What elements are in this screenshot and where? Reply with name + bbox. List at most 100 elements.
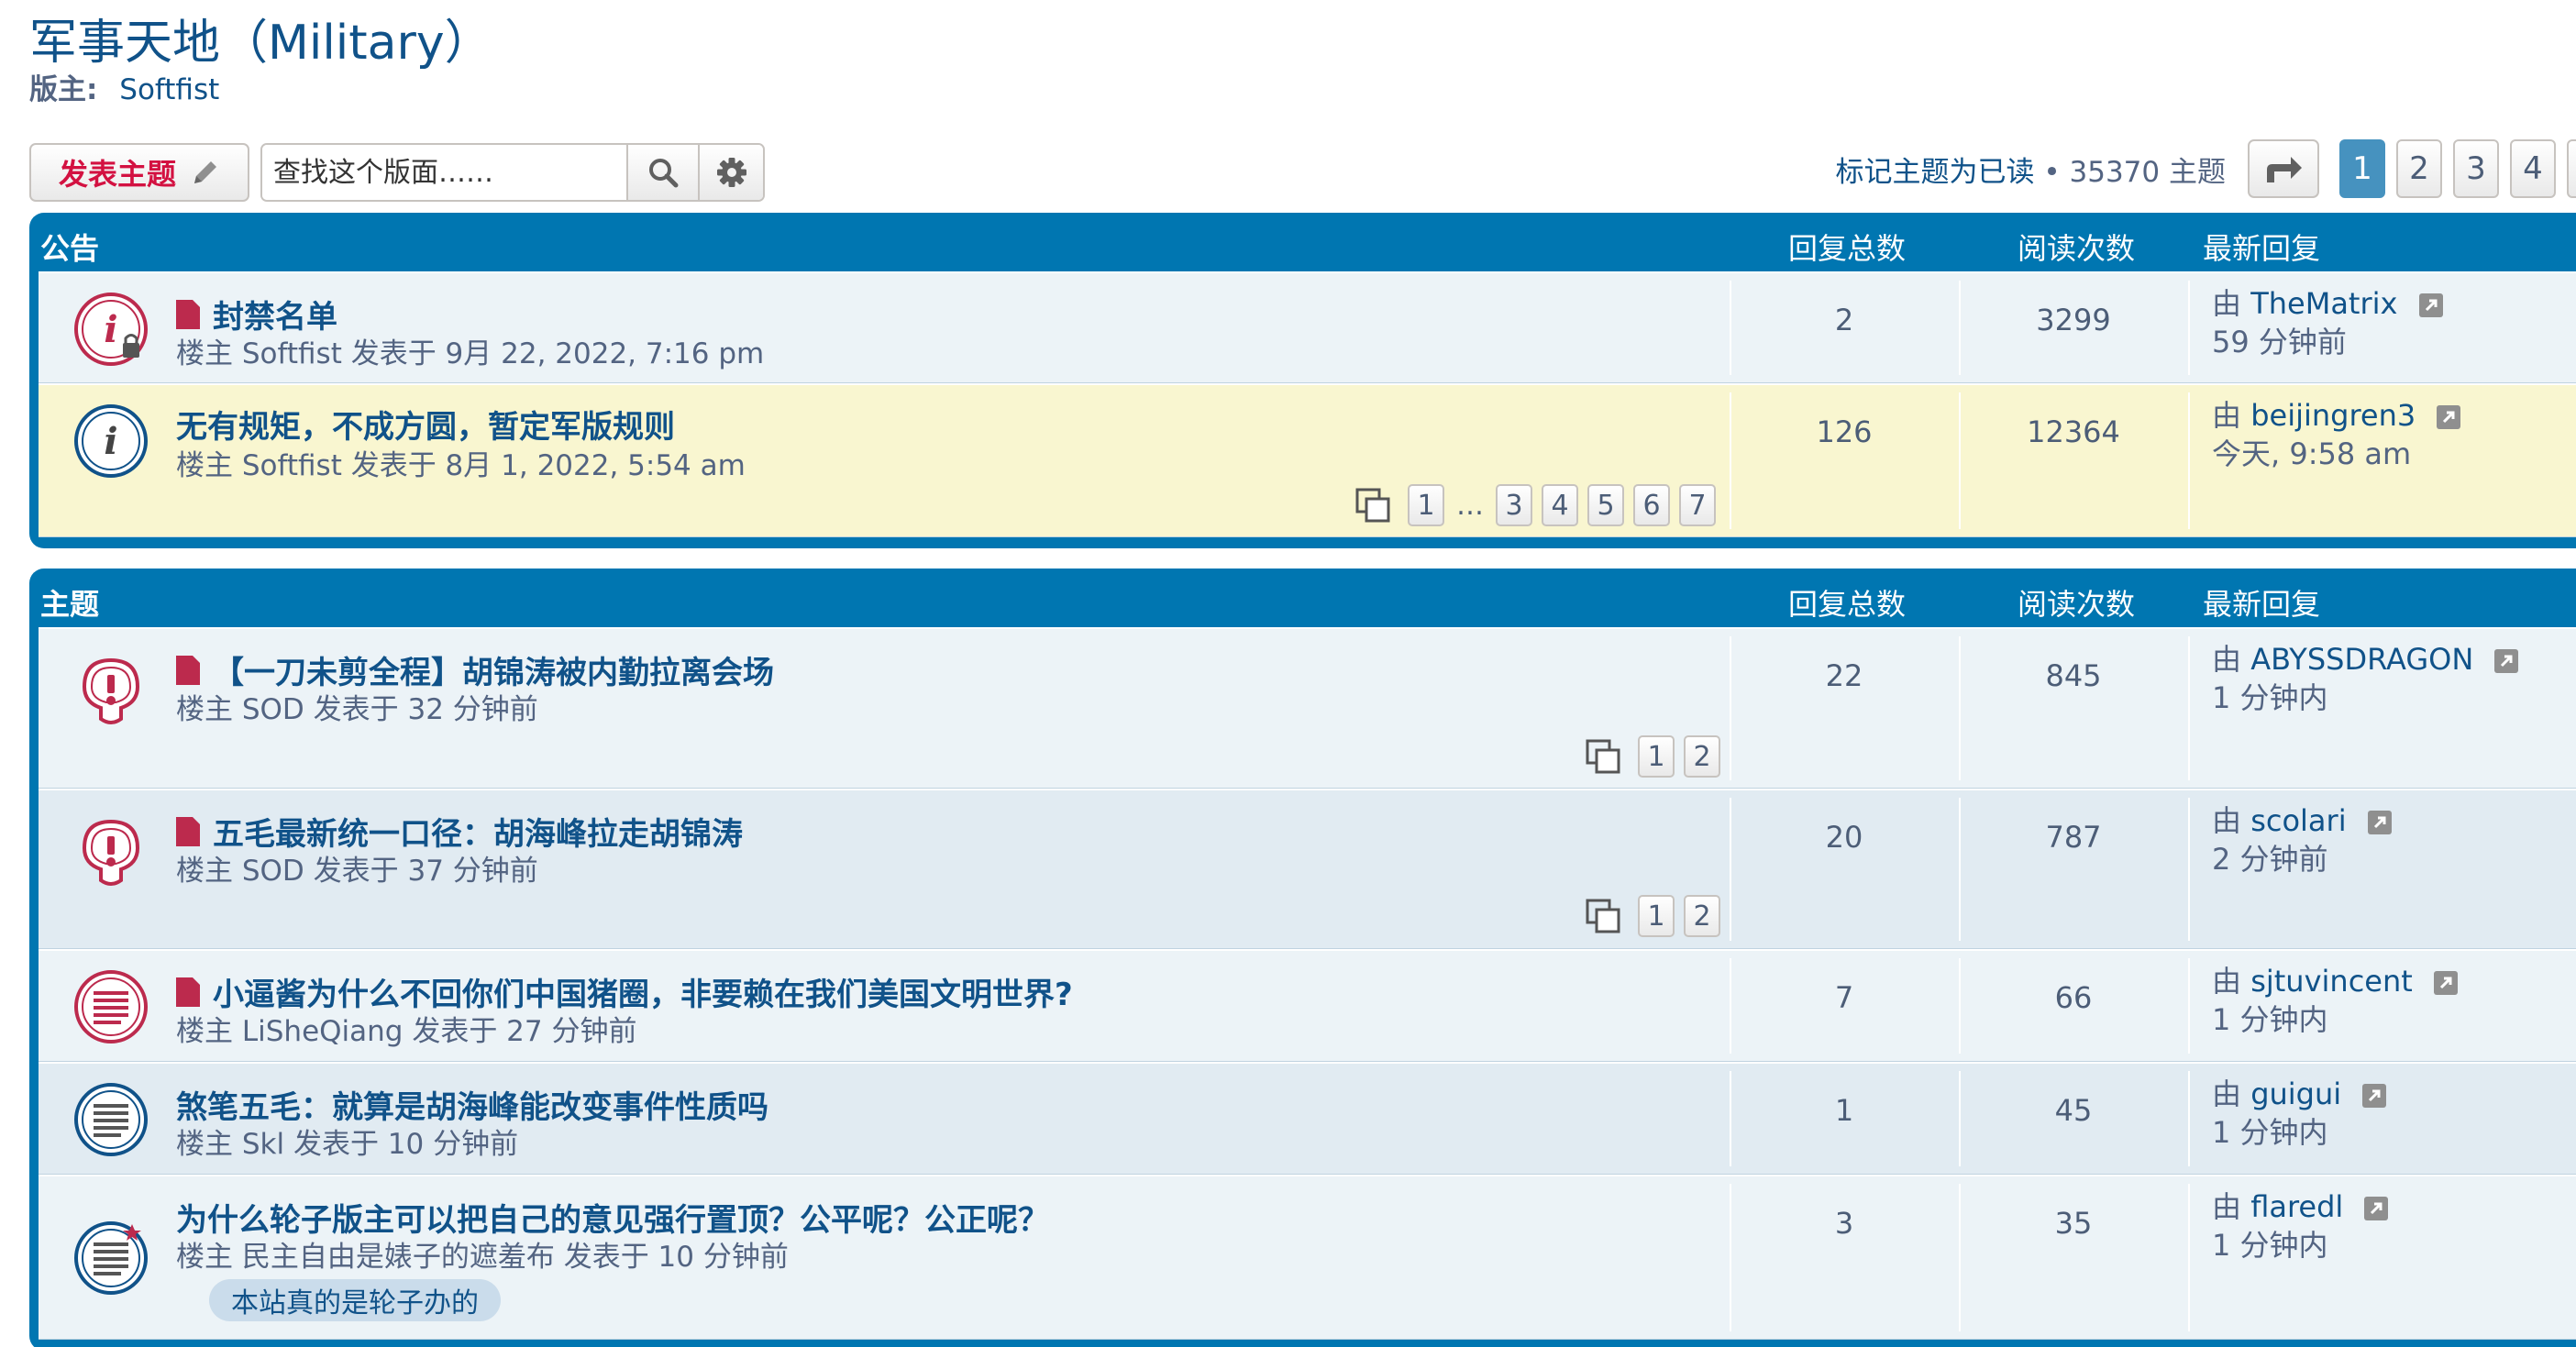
last-post-info: 由 flaredl 1 分钟内 — [2212, 1187, 2389, 1264]
view-count: 787 — [2045, 820, 2102, 855]
search-button[interactable] — [626, 145, 698, 200]
column-divider — [1730, 392, 1731, 529]
last-post-time: 2 分钟前 — [2212, 842, 2328, 877]
moderator-name[interactable]: Softfist — [119, 73, 219, 106]
topics-block: 主题 回复总数 阅读次数 最新回复 【一刀未剪全程】胡锦涛被内勤拉离会场 楼主 … — [29, 569, 2576, 1347]
page-link[interactable]: 3 — [2453, 139, 2499, 198]
pencil-icon — [194, 161, 216, 183]
topic-meta: 楼主 SOD 发表于 37 分钟前 — [176, 855, 538, 888]
topic-page-link[interactable]: 1 — [1638, 735, 1675, 778]
topics-heading: 主题 — [40, 587, 100, 622]
external-link-icon[interactable] — [2493, 648, 2519, 674]
topic-page-link[interactable]: 6 — [1633, 484, 1670, 526]
pagination-area: 标记主题为已读 • 35370 主题 1 2 3 4 5 — [1836, 139, 2576, 198]
external-link-icon[interactable] — [2433, 970, 2459, 996]
last-post-user[interactable]: TheMatrix — [2250, 286, 2397, 321]
forum-title[interactable]: 军事天地（Military） — [29, 4, 492, 72]
topic-page-link[interactable]: 3 — [1496, 484, 1532, 526]
new-topic-button[interactable]: 发表主题 — [29, 143, 249, 202]
column-replies: 回复总数 — [1788, 231, 1907, 266]
topic-pagination: 1 2 — [1585, 895, 1720, 937]
topic-tag[interactable]: 本站真的是轮子办的 — [209, 1279, 501, 1321]
topic-meta: 楼主 SOD 发表于 32 分钟前 — [176, 693, 538, 726]
column-divider — [2188, 636, 2190, 780]
page-link[interactable]: 4 — [2510, 139, 2556, 198]
column-views: 阅读次数 — [2018, 587, 2136, 622]
last-post-prefix: 由 — [2212, 1076, 2242, 1111]
column-divider — [2188, 798, 2190, 941]
external-link-icon[interactable] — [2363, 1196, 2389, 1221]
last-post-user[interactable]: ABYSSDRAGON — [2250, 642, 2473, 677]
external-link-icon[interactable] — [2367, 810, 2393, 835]
reply-count: 2 — [1834, 303, 1854, 337]
topic-row-sticky: i 无有规矩，不成方圆，暂定军版规则 楼主 Softfist 发表于 8月 1,… — [39, 383, 2576, 537]
share-arrow-icon — [2267, 157, 2302, 182]
external-link-icon[interactable] — [2436, 404, 2461, 430]
reply-count: 7 — [1834, 980, 1854, 1015]
search-input[interactable] — [262, 145, 626, 200]
page-link[interactable]: 5 — [2567, 139, 2576, 198]
topic-row: 煞笔五毛：就算是胡海峰能改变事件性质吗 楼主 Skl 发表于 10 分钟前 1 … — [39, 1062, 2576, 1175]
view-count: 66 — [2054, 980, 2093, 1015]
view-count: 45 — [2054, 1093, 2093, 1128]
view-count: 845 — [2045, 658, 2102, 693]
mark-read-summary: 标记主题为已读 • 35370 主题 — [1836, 149, 2227, 190]
jump-to-page-button[interactable] — [2248, 139, 2319, 198]
last-post-info: 由 guigui 1 分钟内 — [2212, 1075, 2387, 1152]
page-list: 1 2 3 4 5 — [2339, 139, 2576, 198]
last-post-prefix: 由 — [2212, 286, 2242, 321]
topic-title-link[interactable]: 无有规矩，不成方圆，暂定军版规则 — [176, 402, 675, 447]
advanced-search-button[interactable] — [698, 145, 763, 200]
page-link[interactable]: 2 — [2396, 139, 2442, 198]
topic-page-link[interactable]: 2 — [1684, 895, 1720, 937]
reply-count: 1 — [1834, 1093, 1854, 1128]
last-post-user[interactable]: sjtuvincent — [2250, 964, 2413, 999]
announcements-block: 公告 回复总数 阅读次数 最新回复 i 封禁名单 楼主 Softfist 发表于… — [29, 213, 2576, 548]
topic-meta: 楼主 LiSheQiang 发表于 27 分钟前 — [176, 1015, 637, 1048]
last-post-user[interactable]: beijingren3 — [2250, 398, 2416, 433]
bullet-separator: • — [2043, 155, 2061, 189]
topic-page-link[interactable]: 7 — [1679, 484, 1716, 526]
last-post-prefix: 由 — [2212, 1189, 2242, 1224]
topic-row: 小逼酱为什么不回你们中国猪圈，非要赖在我们美国文明世界? 楼主 LiSheQia… — [39, 949, 2576, 1062]
topic-meta: 楼主 Softfist 发表于 9月 22, 2022, 7:16 pm — [176, 337, 765, 370]
reply-count: 126 — [1816, 414, 1873, 449]
view-count: 12364 — [2027, 414, 2120, 449]
topic-page-link[interactable]: 5 — [1587, 484, 1624, 526]
topic-page-link[interactable]: 1 — [1638, 895, 1675, 937]
page-link-current[interactable]: 1 — [2339, 139, 2385, 198]
column-views: 阅读次数 — [2018, 231, 2136, 266]
copy-icon — [1586, 739, 1620, 774]
announcements-heading: 公告 — [40, 231, 100, 266]
last-post-time: 59 分钟前 — [2212, 325, 2347, 359]
external-link-icon[interactable] — [2361, 1083, 2387, 1109]
last-post-time: 今天, 9:58 am — [2212, 436, 2412, 471]
column-divider — [2188, 1184, 2190, 1331]
last-post-user[interactable]: scolari — [2250, 803, 2346, 838]
view-count: 35 — [2054, 1206, 2093, 1241]
topics-list: 【一刀未剪全程】胡锦涛被内勤拉离会场 楼主 SOD 发表于 32 分钟前 1 2… — [39, 627, 2576, 1340]
topic-page-link[interactable]: 2 — [1684, 735, 1720, 778]
reply-count: 22 — [1825, 658, 1863, 693]
topic-row: 为什么轮子版主可以把自己的意见强行置顶？公平呢？公正呢？ 楼主 民主自由是婊子的… — [39, 1175, 2576, 1340]
column-divider — [1959, 392, 1961, 529]
topic-meta: 楼主 民主自由是婊子的遮羞布 发表于 10 分钟前 — [176, 1241, 789, 1274]
last-post-user[interactable]: flaredl — [2250, 1189, 2343, 1224]
last-post-info: 由 TheMatrix 59 分钟前 — [2212, 284, 2444, 361]
mark-topics-read-link[interactable]: 标记主题为已读 — [1836, 156, 2035, 189]
unread-topic-icon — [74, 970, 148, 1043]
external-link-icon[interactable] — [2418, 293, 2444, 318]
last-post-info: 由 ABYSSDRAGON 1 分钟内 — [2212, 640, 2519, 717]
last-post-prefix: 由 — [2212, 964, 2242, 999]
topic-page-link[interactable]: 1 — [1408, 484, 1444, 526]
last-post-user[interactable]: guigui — [2250, 1076, 2341, 1111]
topic-page-link[interactable]: 4 — [1542, 484, 1578, 526]
reply-count: 20 — [1825, 820, 1863, 855]
topic-row: 五毛最新统一口径：胡海峰拉走胡锦涛 楼主 SOD 发表于 37 分钟前 1 2 … — [39, 789, 2576, 949]
copy-icon — [1586, 899, 1620, 933]
svg-text:i: i — [104, 420, 117, 463]
gear-icon — [716, 158, 746, 187]
announcements-header: 公告 回复总数 阅读次数 最新回复 — [39, 213, 2576, 271]
topic-pagination: 1 2 — [1585, 735, 1720, 778]
read-topic-mine-icon — [74, 1221, 148, 1295]
